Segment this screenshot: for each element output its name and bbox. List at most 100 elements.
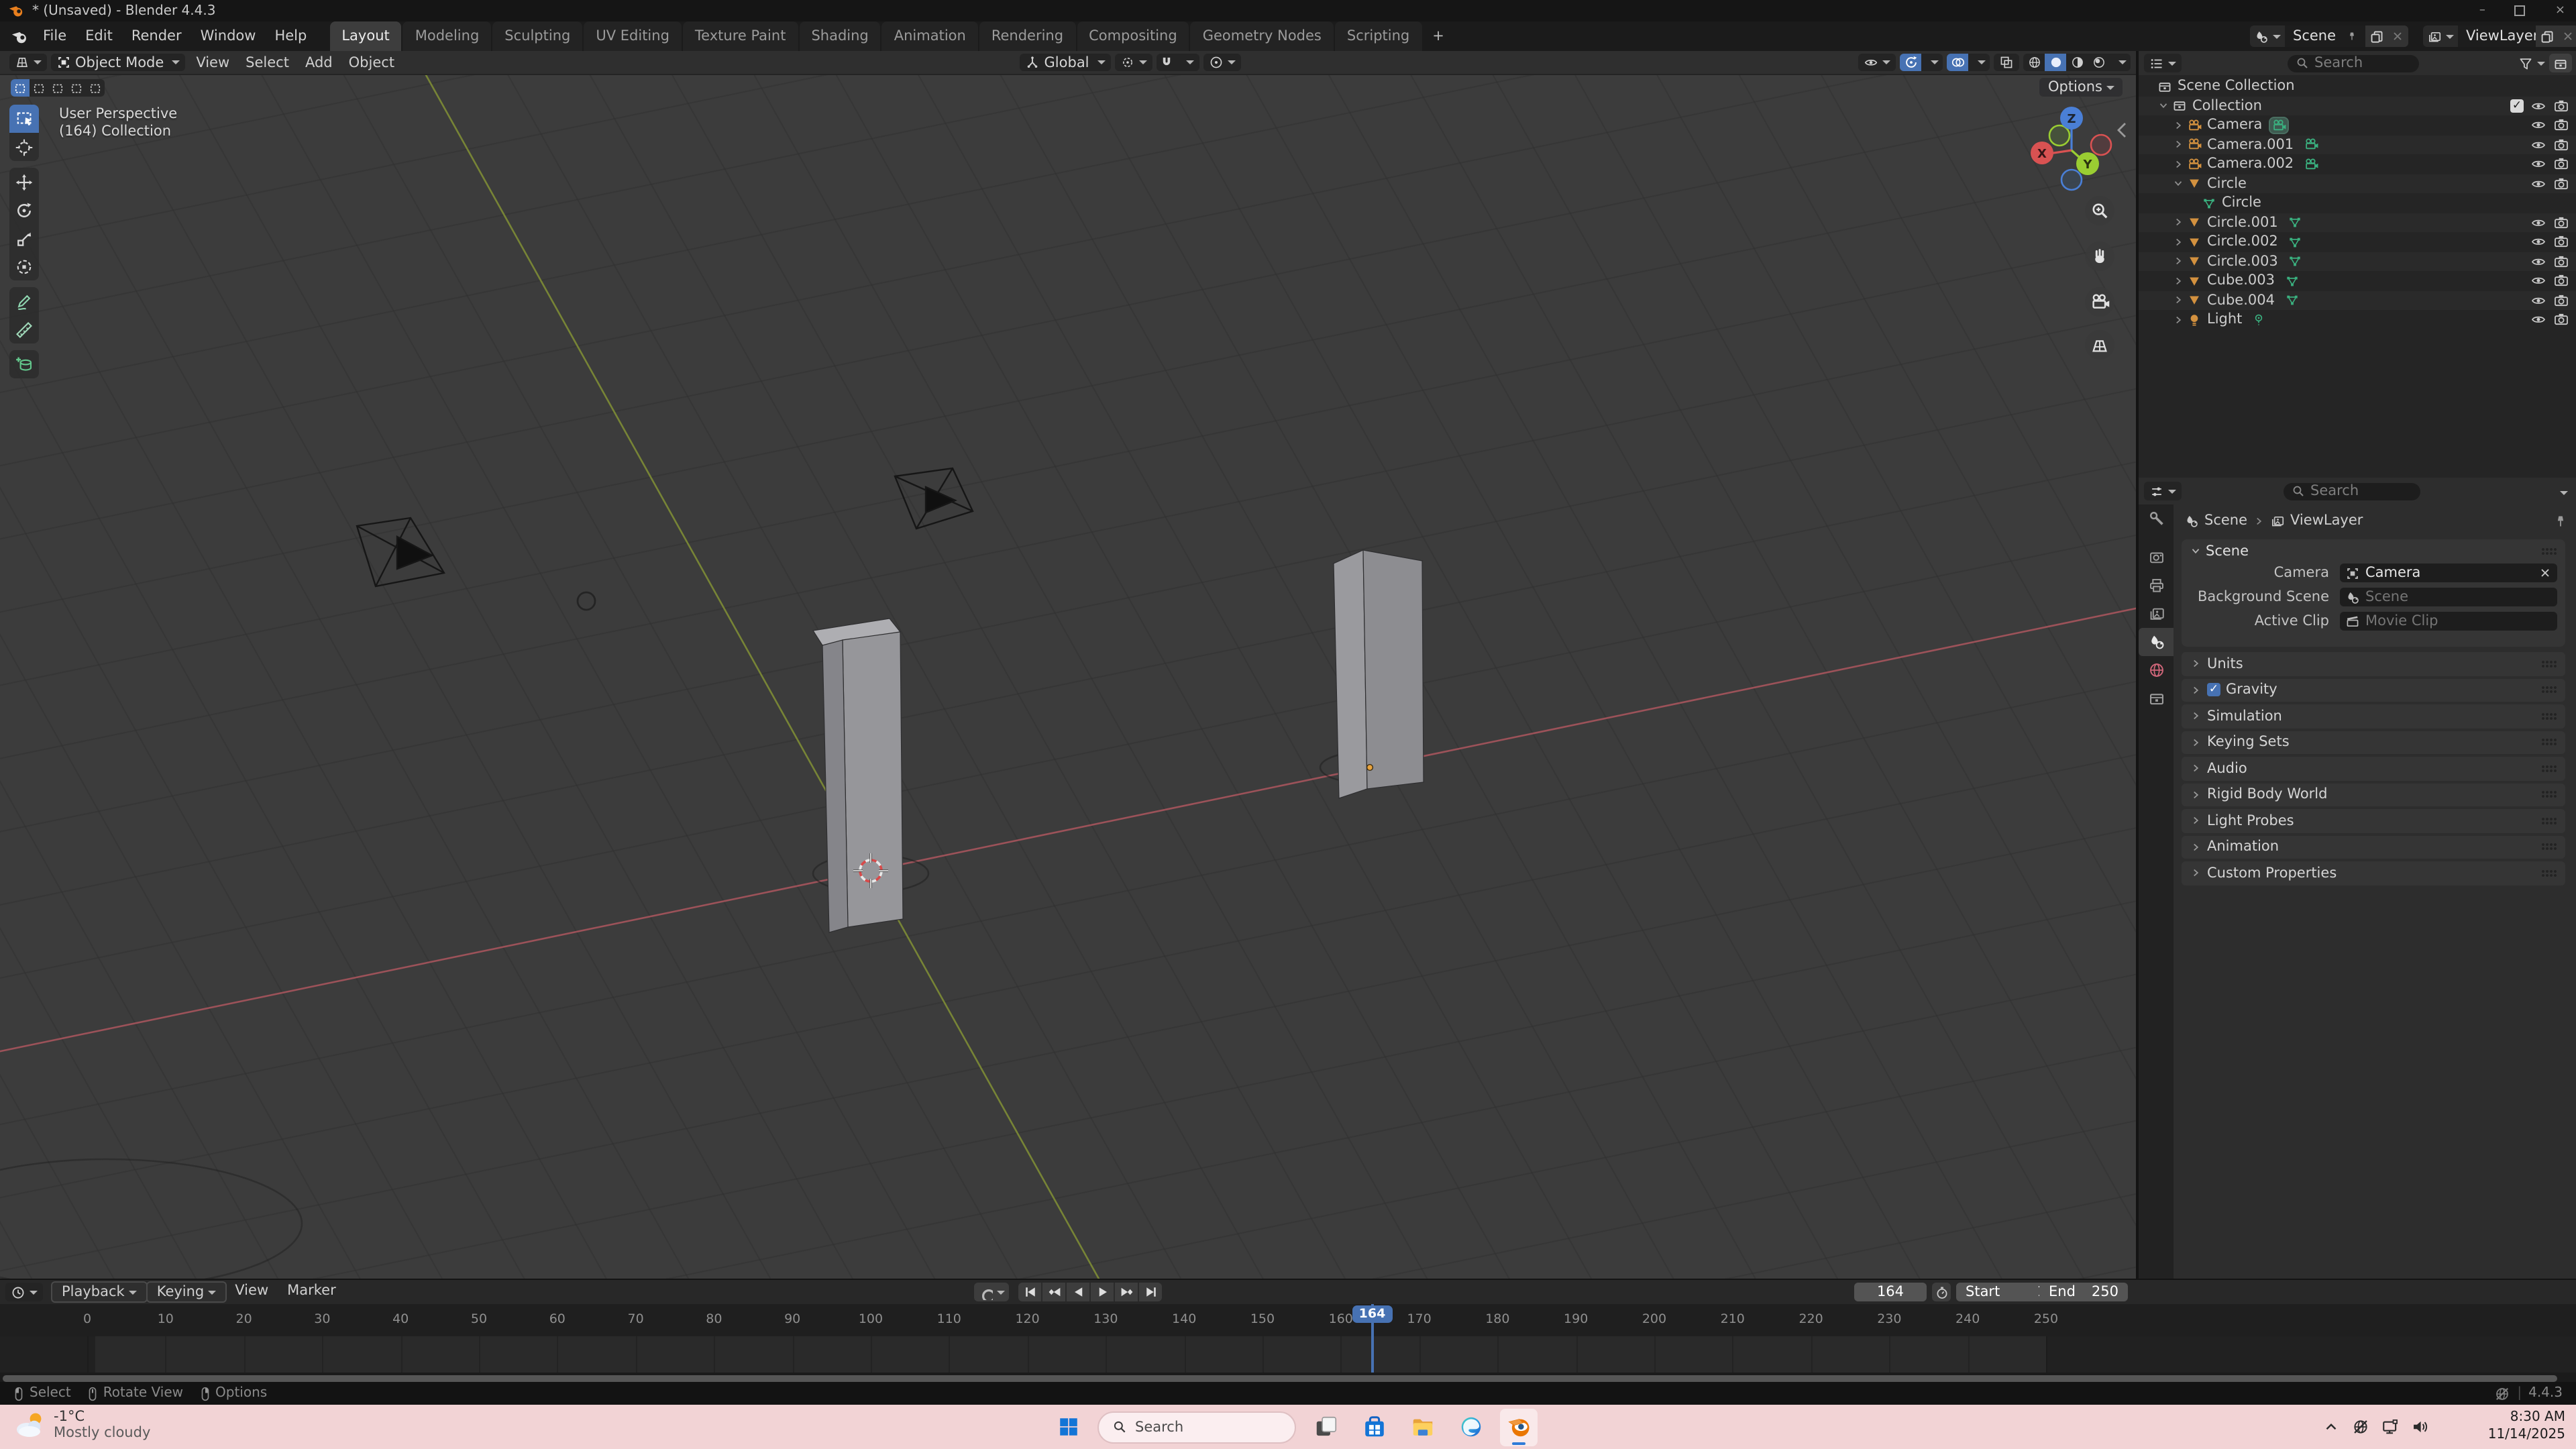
workspace-tab-scripting[interactable]: Scripting [1335,21,1421,51]
playhead-frame-badge[interactable]: 164 [1352,1305,1393,1323]
chevron-up-icon[interactable] [2322,1418,2340,1436]
drag-handle[interactable] [2541,660,2557,668]
hide-in-viewport-toggle[interactable] [2530,292,2546,309]
cube-object-2[interactable] [1334,550,1424,798]
hide-in-viewport-toggle[interactable] [2530,234,2546,250]
maximize-button[interactable] [2515,5,2526,16]
workspace-tab-layout[interactable]: Layout [329,21,401,51]
properties-tab-object[interactable] [2139,684,2174,712]
volume-icon[interactable] [2411,1418,2428,1436]
hide-in-viewport-toggle[interactable] [2530,117,2546,133]
section-gravity[interactable]: ✓Gravity [2182,678,2565,702]
input-active-clip[interactable]: Movie Clip [2340,612,2557,631]
solid-shading-button[interactable] [2045,54,2066,72]
select-box-tool[interactable] [9,105,39,133]
select-mode-subtract[interactable] [48,79,67,97]
weather-widget[interactable]: -1°C Mostly cloudy [13,1409,150,1441]
taskbar-clock[interactable]: 8:30 AM 11/14/2025 [2488,1409,2565,1444]
workspace-tab-animation[interactable]: Animation [882,21,978,51]
viewport-menu-view[interactable]: View [188,51,237,74]
expand-toggle[interactable] [2171,236,2186,248]
transform-orientation-dropdown[interactable]: Global [1020,54,1111,72]
file-explorer-app-button[interactable] [1403,1408,1441,1446]
disable-in-renders-toggle[interactable] [2553,254,2569,270]
properties-tab-output[interactable] [2139,572,2174,600]
object-type-visibility-dropdown[interactable] [1858,54,1896,72]
disable-in-renders-toggle[interactable] [2553,98,2569,114]
hide-in-viewport-toggle[interactable] [2530,254,2546,270]
outliner-item-circle[interactable]: Circle [2139,174,2576,193]
drag-handle[interactable] [2541,843,2557,851]
breadcrumb-view-layer[interactable]: ViewLayer [2290,513,2363,529]
circle-object-4[interactable] [578,592,595,610]
menu-help[interactable]: Help [265,21,316,51]
view-layer-browse-button[interactable] [2423,25,2458,47]
timeline-tracks[interactable] [0,1336,2576,1373]
menu-render[interactable]: Render [122,21,191,51]
clear-button[interactable] [2538,566,2552,580]
disable-in-renders-toggle[interactable] [2553,176,2569,192]
properties-options-dropdown[interactable] [2556,483,2568,499]
menu-file[interactable]: File [34,21,76,51]
gizmo-axis-neg-z[interactable] [2061,170,2082,190]
workspace-tab-sculpting[interactable]: Sculpting [492,21,582,51]
outliner-search-input[interactable]: Search [2288,54,2419,72]
timeline-menu-playback[interactable]: Playback [51,1281,148,1303]
viewport-menu-select[interactable]: Select [237,51,297,74]
options-dropdown[interactable]: Options [2040,78,2123,97]
annotate-tool[interactable] [9,287,39,315]
rendered-shading-button[interactable] [2088,54,2109,72]
section-simulation[interactable]: Simulation [2182,704,2565,728]
camera-view-button[interactable] [2085,287,2114,317]
expand-toggle[interactable] [2171,294,2186,307]
properties-tab-scene[interactable] [2139,628,2174,656]
drag-handle[interactable] [2541,686,2557,694]
hide-in-viewport-toggle[interactable] [2530,176,2546,192]
material-preview-shading-button[interactable] [2066,54,2088,72]
move-tool[interactable] [9,168,39,196]
section-light-probes[interactable]: Light Probes [2182,809,2565,833]
current-frame-field[interactable]: 164 [1854,1283,1927,1301]
properties-tab-view-layer[interactable] [2139,600,2174,628]
disable-in-renders-toggle[interactable] [2553,234,2569,250]
store-app-button[interactable] [1355,1408,1393,1446]
outliner-item-circle-002[interactable]: Circle.002 [2139,232,2576,252]
hide-in-viewport-toggle[interactable] [2530,156,2546,172]
collapse-panel-icon[interactable] [2118,123,2125,137]
workspace-tab-uv-editing[interactable]: UV Editing [584,21,682,51]
timeline-ruler[interactable]: 0102030405060708090100110120130140150160… [0,1304,2576,1336]
select-mode-set[interactable] [11,79,30,97]
scene-name-field[interactable]: Scene [2285,25,2365,47]
rotate-tool[interactable] [9,196,39,224]
start-button[interactable] [1049,1408,1087,1446]
properties-editor-type-button[interactable] [2144,482,2182,500]
viewport-menu-object[interactable]: Object [341,51,402,74]
hide-in-viewport-toggle[interactable] [2530,215,2546,231]
filter-dropdown[interactable] [2518,56,2545,70]
play-reverse-button[interactable] [1067,1283,1089,1301]
outliner-item-circle-001[interactable]: Circle.001 [2139,213,2576,232]
gizmos-dropdown[interactable] [1921,54,1943,72]
select-mode-intersect[interactable] [86,79,105,97]
hide-in-viewport-toggle[interactable] [2530,312,2546,328]
jump-to-start-button[interactable] [1018,1283,1041,1301]
expand-toggle[interactable] [2171,158,2186,170]
task-view-app-button[interactable] [1307,1408,1344,1446]
delete-scene-button[interactable] [2387,25,2408,47]
add-primitive-tool[interactable] [9,350,39,378]
keying-dropdown-caret[interactable] [997,1290,1005,1294]
blender-app-button[interactable] [1500,1408,1538,1446]
drag-handle[interactable] [2541,547,2557,555]
outliner-editor-type-button[interactable] [2144,54,2182,72]
use-preview-range-toggle[interactable] [1932,1283,1951,1301]
workspace-tab-modeling[interactable]: Modeling [403,21,492,51]
outliner-item-camera[interactable]: Camera [2139,115,2576,135]
camera-object-1[interactable] [357,518,444,586]
overlays-dropdown[interactable] [1968,54,1990,72]
frame-end-field[interactable]: End250 [2039,1283,2128,1301]
select-mode-invert[interactable] [67,79,86,97]
outliner-item-camera-001[interactable]: Camera.001 [2139,135,2576,154]
timeline-menu-view[interactable]: View [225,1281,278,1300]
expand-toggle[interactable] [2171,275,2186,287]
minimize-button[interactable]: – [2479,4,2485,17]
